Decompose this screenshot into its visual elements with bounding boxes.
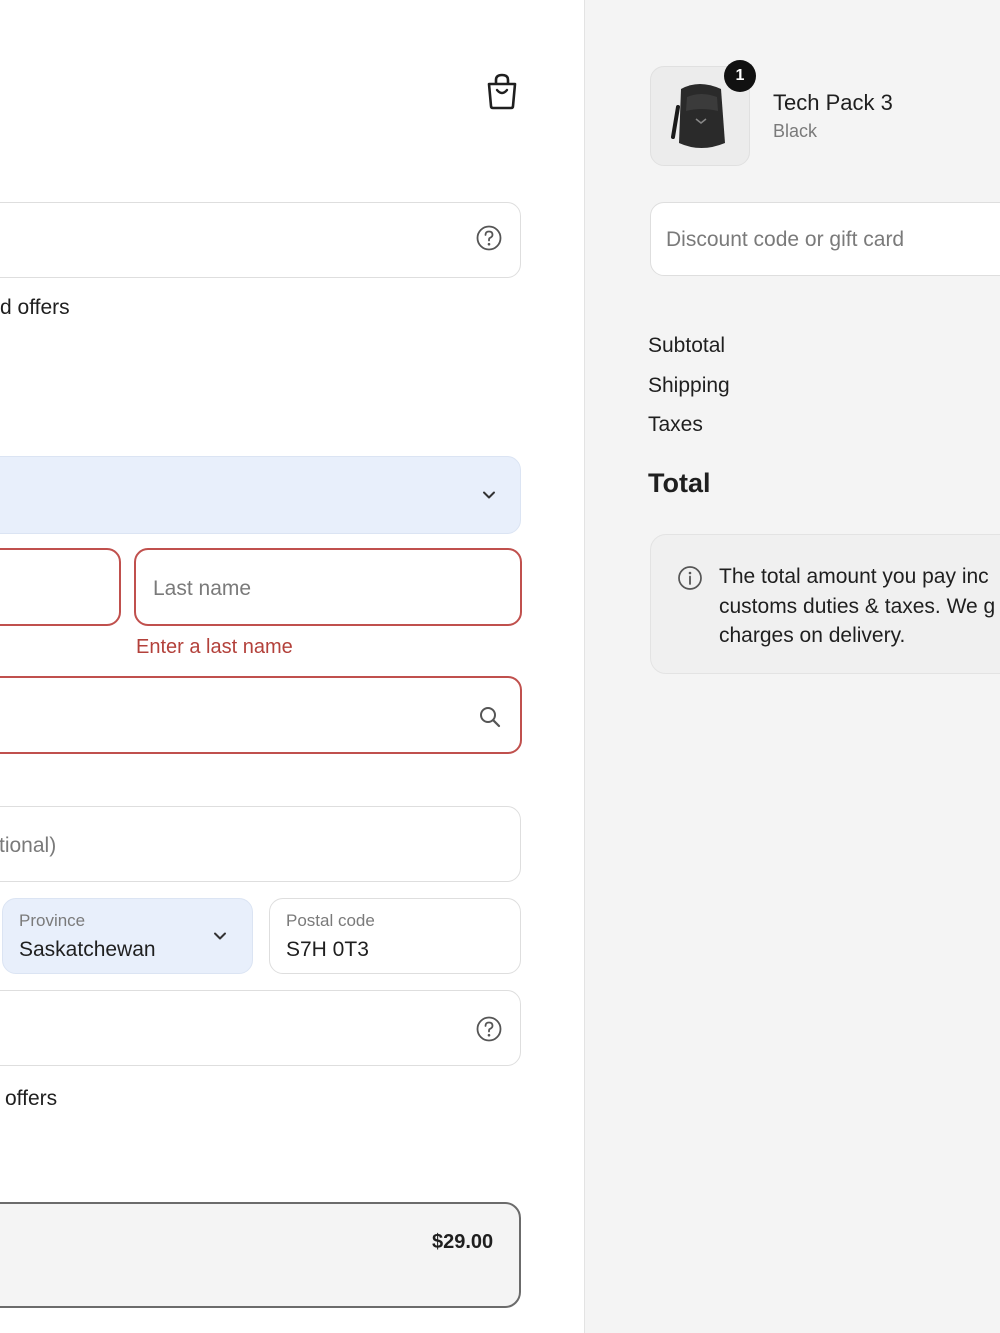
marketing-optin-label[interactable]: d offers	[0, 296, 70, 320]
shopping-bag-icon[interactable]	[484, 72, 520, 110]
chevron-down-icon	[212, 928, 228, 944]
checkout-form-panel: d offers Last name Enter a last name tio…	[0, 0, 585, 1333]
notice-line-2: customs duties & taxes. We g	[719, 595, 996, 618]
postal-code-field[interactable]: Postal code S7H 0T3	[269, 898, 521, 974]
discount-placeholder: Discount code or gift card	[666, 228, 905, 251]
province-value: Saskatchewan	[19, 938, 156, 961]
question-circle-icon[interactable]	[476, 1016, 502, 1047]
last-name-error: Enter a last name	[136, 636, 293, 658]
info-circle-icon	[677, 565, 703, 596]
question-circle-icon[interactable]	[476, 225, 502, 256]
last-name-field[interactable]: Last name	[134, 548, 522, 626]
last-name-placeholder: Last name	[153, 577, 252, 600]
total-label: Total	[648, 468, 711, 498]
shipping-price: $29.00	[432, 1231, 494, 1253]
duties-notice: The total amount you pay inc customs dut…	[650, 534, 1000, 674]
taxes-label: Taxes	[648, 413, 703, 436]
address-field[interactable]	[0, 676, 522, 754]
phone-field[interactable]	[0, 990, 521, 1066]
province-label: Province	[19, 911, 86, 930]
search-icon[interactable]	[478, 705, 502, 734]
notice-line-3: charges on delivery.	[719, 624, 906, 647]
shipping-method-option[interactable]: $29.00	[0, 1202, 521, 1308]
product-name: Tech Pack 3	[773, 90, 893, 115]
postal-code-value: S7H 0T3	[286, 938, 369, 961]
first-name-field[interactable]	[0, 548, 121, 626]
apartment-field[interactable]: tional)	[0, 806, 521, 882]
subtotal-label: Subtotal	[648, 334, 726, 357]
email-field[interactable]	[0, 202, 521, 278]
shipping-label: Shipping	[648, 374, 730, 397]
cart-quantity-badge: 1	[724, 60, 756, 92]
product-variant: Black	[773, 121, 818, 141]
apartment-placeholder: tional)	[0, 834, 57, 857]
discount-code-input[interactable]: Discount code or gift card	[650, 202, 1000, 276]
sms-optin-label[interactable]: offers	[5, 1087, 57, 1111]
notice-line-1: The total amount you pay inc	[719, 565, 989, 588]
chevron-down-icon	[481, 487, 497, 503]
province-select[interactable]: Province Saskatchewan	[2, 898, 253, 974]
country-select[interactable]	[0, 456, 521, 534]
postal-code-label: Postal code	[286, 911, 375, 930]
